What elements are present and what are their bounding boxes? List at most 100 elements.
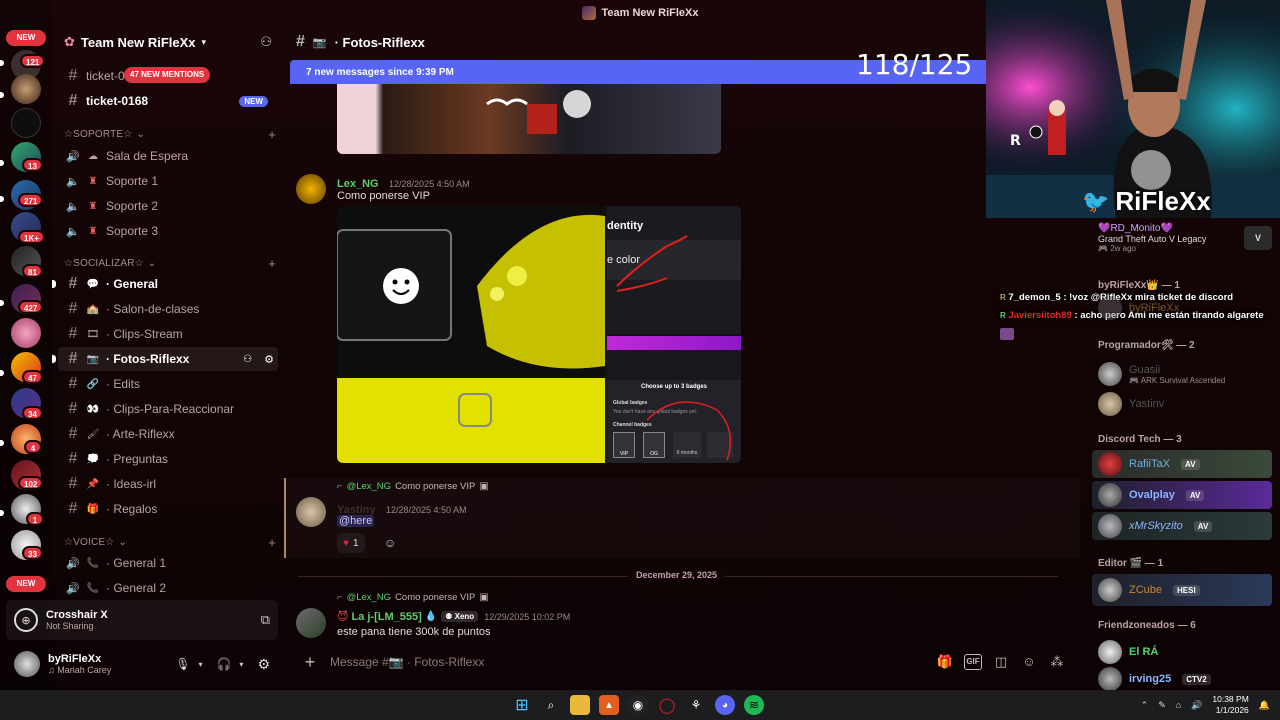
chevron-up-icon[interactable]: ⌃ — [1141, 700, 1149, 711]
channel-edits[interactable]: # 🔗 · Edits — [58, 372, 278, 396]
brush-icon: 🖌 — [86, 428, 100, 440]
channel-salon-de-clases[interactable]: # 🏫 · Salon-de-clases — [58, 297, 278, 321]
chevron-down-icon[interactable]: ▾ — [198, 660, 202, 669]
search-icon[interactable]: ⌕ — [541, 695, 561, 715]
member-item[interactable]: irving25 CTV2 — [1092, 667, 1272, 691]
notification-bell-icon[interactable]: 🔔 — [1259, 700, 1270, 711]
new-unread-pill[interactable]: NEW — [6, 30, 46, 46]
gift-icon[interactable]: 🎁 — [936, 653, 954, 671]
member-item[interactable]: byRiFleXx — [1092, 294, 1272, 322]
category-voice[interactable]: ☆VOICE☆ ⌄ + — [64, 534, 276, 550]
app-icon[interactable]: ▲ — [599, 695, 619, 715]
gif-icon[interactable]: GIF — [964, 654, 982, 670]
member-item[interactable]: 💜RD_Monito💜 Grand Theft Auto V Legacy 🎮 … — [1092, 218, 1272, 258]
mention-here[interactable]: @here — [337, 515, 375, 527]
activity-panel[interactable]: ⊕ Crosshair X Not Sharing ⧉ — [6, 600, 278, 640]
apps-icon[interactable]: ⁂ — [1048, 653, 1066, 671]
volume-icon[interactable]: 🔊 — [1191, 700, 1202, 711]
reply-reference[interactable]: ⌐ @Lex_NG Como ponerse VIP ▣ — [337, 592, 489, 603]
gear-icon[interactable]: ⚙ — [257, 656, 270, 673]
member-item[interactable]: Yastinv — [1092, 390, 1272, 418]
channel-arte-riflexx[interactable]: # 🖌 · Arte-Riflexx — [58, 422, 278, 446]
unread-pip — [0, 92, 4, 98]
member-item[interactable]: RafiiTaX AV — [1092, 450, 1272, 478]
hash-icon: # — [68, 350, 78, 367]
member-item[interactable]: Ovalplay AV — [1092, 481, 1272, 509]
category-socializar[interactable]: ☆SOCIALIZAR☆ ⌄ + — [64, 255, 276, 271]
pen-icon[interactable]: ✎ — [1158, 700, 1166, 711]
channel-clips-stream[interactable]: # 🎞 · Clips-Stream — [58, 322, 278, 346]
user-tag-text: Xeno — [454, 612, 475, 621]
avatar[interactable] — [296, 608, 326, 638]
channel-general[interactable]: # 💬 · General — [58, 272, 278, 296]
window-title: Team New RiFleXx — [601, 7, 699, 19]
image-attachment[interactable]: dentity e color Choose up to 3 badges Gl… — [337, 206, 741, 463]
voice-channel-general-2[interactable]: 🔊 📞 · General 2 — [58, 576, 278, 600]
server-icon-3[interactable] — [11, 108, 41, 138]
user-panel: byRiFleXx ♫ Mariah Carey 🎙 ▾ 🎧 ▾ ⚙ — [6, 644, 278, 684]
channel-preguntas[interactable]: # 💭 · Preguntas — [58, 447, 278, 471]
voice-channel-soporte-3[interactable]: 🔈 ♜ Soporte 3 — [58, 219, 278, 243]
sticker-icon[interactable]: ◫ — [992, 653, 1010, 671]
channel-regalos[interactable]: # 🎁 · Regalos — [58, 497, 278, 521]
avatar[interactable] — [296, 174, 326, 204]
image-content — [337, 84, 591, 154]
message-author[interactable]: La j-[LM_555] — [351, 611, 421, 623]
new-unread-pill-bottom[interactable]: NEW — [6, 576, 46, 592]
network-icon[interactable]: ⌂ — [1176, 700, 1181, 710]
windows-start-icon[interactable]: ⊞ — [512, 695, 532, 715]
add-channel-icon[interactable]: + — [268, 535, 276, 550]
clock[interactable]: 10:38 PM 1/1/2026 — [1212, 694, 1248, 716]
server-header[interactable]: ✿ Team New RiFleXx ▾ ⚇ — [52, 26, 284, 58]
category-soporte[interactable]: ☆SOPORTE☆ ⌄ + — [64, 126, 276, 142]
screen-share-icon[interactable]: ⧉ — [261, 612, 270, 628]
voice-channel-sala[interactable]: 🔊 ☁ Sala de Espera — [58, 144, 278, 168]
channel-clips-para-reaccionar[interactable]: # 👀 · Clips-Para-Reaccionar — [58, 397, 278, 421]
folder-icon[interactable] — [570, 695, 590, 715]
server-badge: 34 — [22, 406, 43, 420]
gear-icon[interactable]: ⚙ — [264, 353, 274, 366]
member-item[interactable]: Guasii 🎮 ARK Survival Ascended — [1092, 358, 1272, 390]
member-list: 💜RD_Monito💜 Grand Theft Auto V Legacy 🎮 … — [1086, 218, 1280, 691]
reaction-heart[interactable]: ♥ 1 — [337, 533, 365, 553]
voice-channel-soporte-2[interactable]: 🔈 ♜ Soporte 2 — [58, 194, 278, 218]
discord-icon[interactable]: ◕ — [715, 695, 735, 715]
opera-icon[interactable]: ◯ — [657, 695, 677, 715]
add-channel-icon[interactable]: + — [268, 127, 276, 142]
add-attachment-icon[interactable]: + — [300, 652, 320, 673]
message-author[interactable]: Lex_NG — [337, 178, 379, 190]
avatar[interactable] — [296, 497, 326, 527]
chevron-down-icon[interactable]: ▾ — [239, 660, 243, 669]
channel-label: · Preguntas — [106, 452, 169, 466]
microphone-icon[interactable]: 🎙 — [175, 657, 190, 671]
obs-icon[interactable]: ◉ — [628, 695, 648, 715]
add-member-icon[interactable]: ⚇ — [260, 34, 272, 50]
new-mentions-badge[interactable]: 47 NEW MENTIONS — [124, 67, 211, 83]
github-icon[interactable]: ⚘ — [686, 695, 706, 715]
channel-fotos-riflexx[interactable]: # 📷 · Fotos-Riflexx ⚇ ⚙ — [58, 347, 278, 371]
voice-channel-soporte-1[interactable]: 🔈 ♜ Soporte 1 — [58, 169, 278, 193]
channel-ticket-0168[interactable]: # ticket-0168 NEW — [58, 89, 278, 113]
member-tag: AV — [1185, 489, 1205, 501]
school-icon: 🏫 — [86, 303, 100, 315]
member-item[interactable]: ZCube HESI — [1092, 574, 1272, 606]
image-attachment-top[interactable] — [337, 84, 721, 154]
spotify-icon[interactable]: ≋ — [744, 695, 764, 715]
reaction-count: 1 — [352, 537, 359, 549]
hash-icon: # — [68, 450, 78, 467]
avatar[interactable] — [14, 651, 40, 677]
invite-icon[interactable]: ⚇ — [243, 354, 252, 365]
voice-channel-general-1[interactable]: 🔊 📞 · General 1 — [58, 551, 278, 575]
message-input[interactable]: Message #📷 · Fotos-Riflexx — [330, 655, 926, 669]
member-item[interactable]: xMrSkyzito AV — [1092, 512, 1272, 540]
reply-reference[interactable]: ⌐ @Lex_NG Como ponerse VIP ▣ — [337, 481, 489, 492]
headphones-icon[interactable]: 🎧 — [216, 657, 231, 671]
server-icon-9[interactable] — [11, 318, 41, 348]
member-item[interactable]: El RÁ — [1092, 638, 1272, 666]
add-reaction-icon[interactable]: ☺ — [384, 536, 396, 550]
server-icon-2[interactable] — [11, 74, 41, 104]
channel-ideas-irl[interactable]: # 📌 · Ideas-irl — [58, 472, 278, 496]
emoji-icon[interactable]: ☺ — [1020, 653, 1038, 671]
add-channel-icon[interactable]: + — [268, 256, 276, 271]
category-label: ☆SOPORTE☆ — [64, 128, 133, 140]
